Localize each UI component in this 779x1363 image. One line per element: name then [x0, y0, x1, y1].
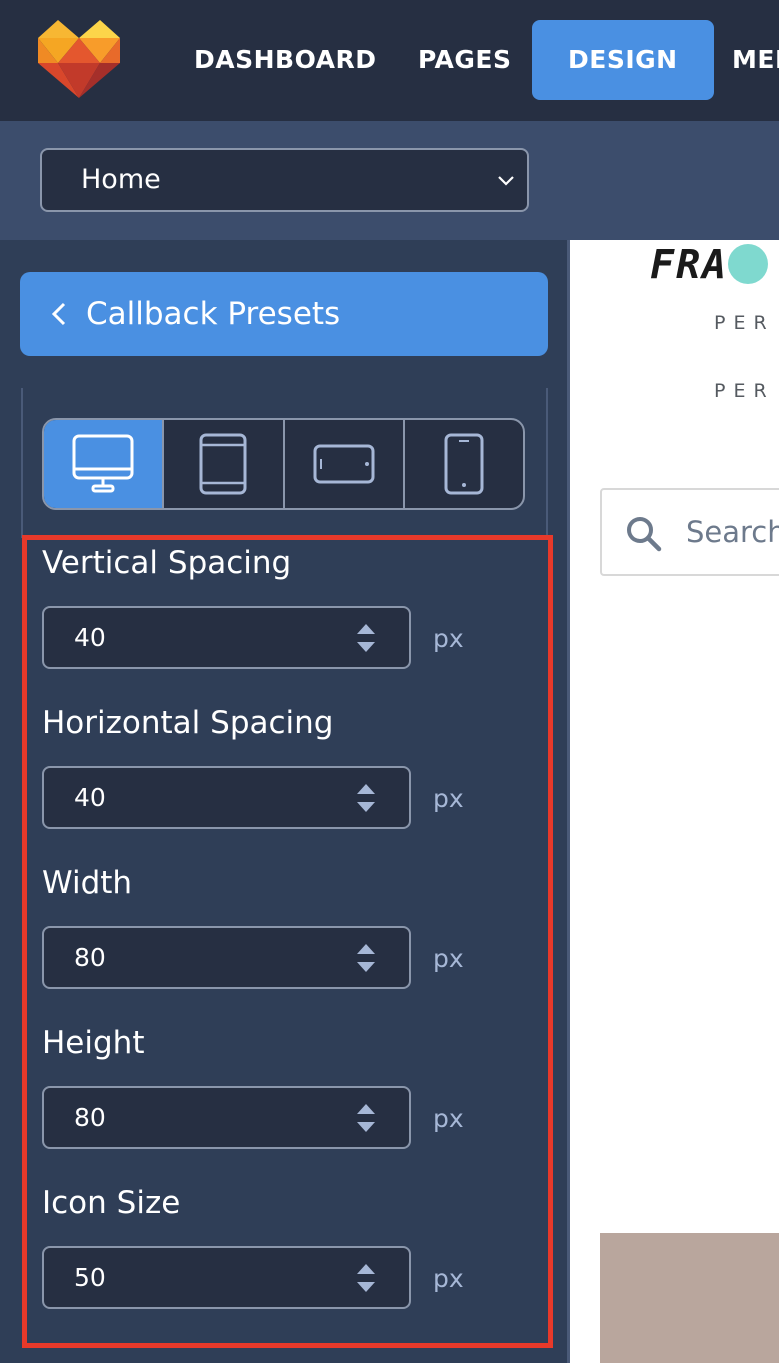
tablet-portrait-icon [199, 433, 247, 495]
nav-media[interactable]: MED [732, 20, 779, 100]
vertical-spacing-label: Vertical Spacing [42, 545, 292, 581]
horizontal-spacing-value: 40 [74, 783, 106, 812]
height-unit: px [433, 1104, 464, 1133]
nav-pages[interactable]: PAGES [418, 20, 511, 100]
site-tagline-line-2: PER [714, 380, 775, 402]
site-tagline-line-1: PER [714, 312, 775, 334]
top-navigation: DASHBOARD PAGES DESIGN MED [0, 0, 779, 121]
brand-text: FRA [650, 242, 729, 288]
icon-size-value: 50 [74, 1263, 106, 1292]
height-input[interactable]: 80 [42, 1086, 411, 1149]
device-tablet-portrait-button[interactable] [164, 420, 285, 508]
width-input[interactable]: 80 [42, 926, 411, 989]
page-select-bar: Home [0, 121, 779, 240]
stepper-arrows-icon[interactable] [356, 622, 376, 654]
search-icon [627, 517, 662, 552]
nav-design[interactable]: DESIGN [532, 20, 714, 100]
device-mobile-button[interactable] [405, 420, 523, 508]
icon-size-label: Icon Size [42, 1185, 181, 1221]
device-desktop-button[interactable] [44, 420, 165, 508]
height-value: 80 [74, 1103, 106, 1132]
vertical-spacing-input[interactable]: 40 [42, 606, 411, 669]
icon-size-input[interactable]: 50 [42, 1246, 411, 1309]
height-label: Height [42, 1025, 145, 1061]
chevron-down-icon [498, 176, 514, 186]
page-select-value: Home [81, 164, 161, 195]
vertical-spacing-value: 40 [74, 623, 106, 652]
page-select-dropdown[interactable]: Home [40, 148, 529, 212]
width-label: Width [42, 865, 133, 901]
stepper-arrows-icon[interactable] [356, 1102, 376, 1134]
horizontal-spacing-unit: px [433, 784, 464, 813]
panel-border-left [21, 388, 23, 538]
horizontal-spacing-input[interactable]: 40 [42, 766, 411, 829]
vertical-spacing-unit: px [433, 624, 464, 653]
chevron-left-icon [51, 302, 66, 326]
device-switcher [42, 418, 525, 510]
app-logo-icon[interactable] [38, 18, 120, 100]
brand-accent-dot [728, 244, 769, 284]
stepper-arrows-icon[interactable] [356, 782, 376, 814]
desktop-icon [72, 434, 134, 493]
back-button-label: Callback Presets [86, 296, 341, 332]
horizontal-spacing-label: Horizontal Spacing [42, 705, 334, 741]
stepper-arrows-icon[interactable] [356, 942, 376, 974]
site-preview: FRA PER PER Search [570, 240, 779, 1363]
stepper-arrows-icon[interactable] [356, 1262, 376, 1294]
back-to-callback-presets-button[interactable]: Callback Presets [20, 272, 548, 356]
nav-dashboard[interactable]: DASHBOARD [194, 20, 377, 100]
panel-border-right [546, 388, 548, 538]
mobile-icon [444, 433, 484, 495]
width-unit: px [433, 944, 464, 973]
preview-search-box[interactable]: Search [600, 488, 779, 576]
preview-image [600, 1233, 779, 1363]
icon-size-unit: px [433, 1264, 464, 1293]
search-placeholder: Search [686, 515, 779, 549]
device-tablet-landscape-button[interactable] [285, 420, 405, 508]
width-value: 80 [74, 943, 106, 972]
site-brand-logo: FRA [650, 242, 769, 288]
tablet-landscape-icon [313, 444, 375, 484]
